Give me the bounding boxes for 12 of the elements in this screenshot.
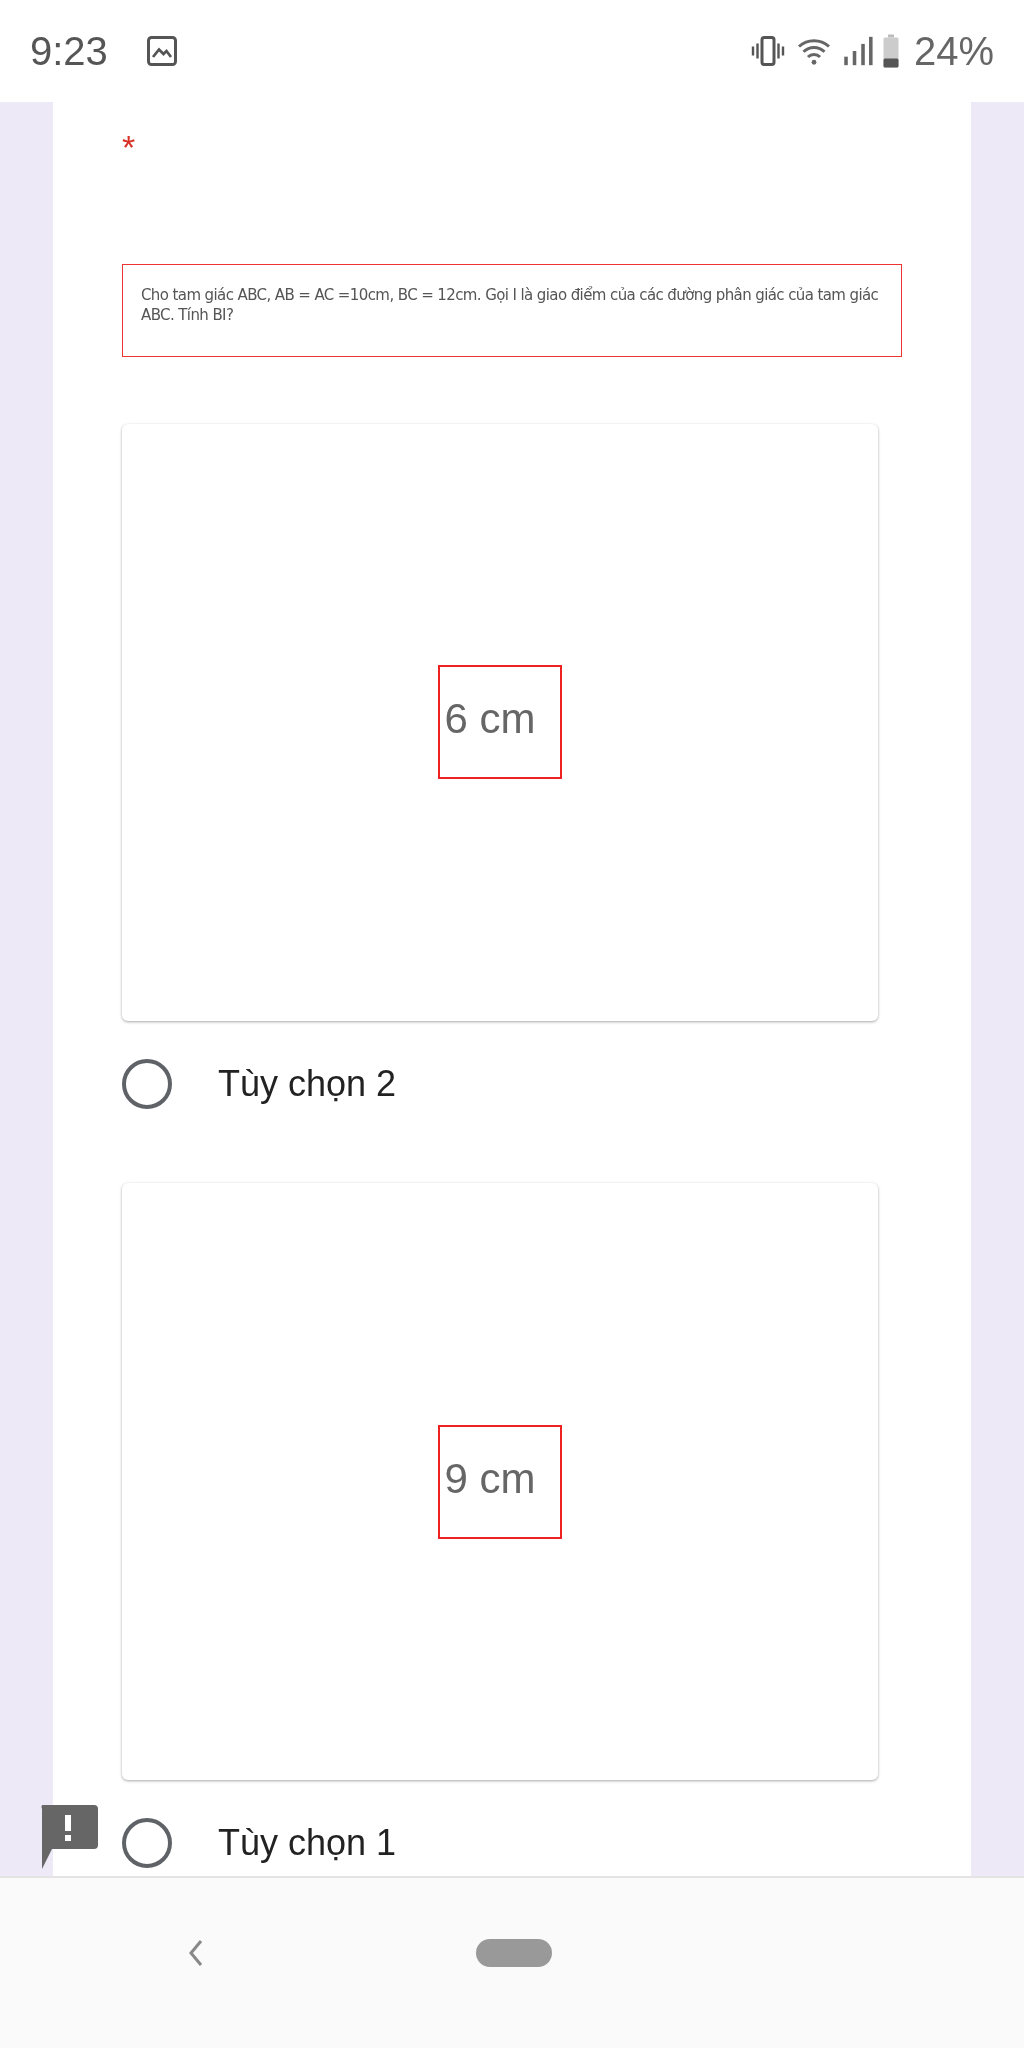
option-image-text: 9 cm (438, 1424, 562, 1539)
question-text: Cho tam giác ABC, AB = AC =10cm, BC = 12cm. Gọi I là giao điểm của các đường phân giác của tam giác ABC. Tính BI? (122, 264, 902, 357)
option-image-text: 6 cm (438, 665, 562, 780)
home-button[interactable] (476, 1939, 552, 1967)
radio-button[interactable] (122, 1058, 172, 1109)
option-label[interactable]: Tùy chọn 1 (218, 1822, 397, 1865)
battery-icon (881, 33, 900, 69)
clock-time: 9:23 (30, 28, 108, 74)
required-mark: * (122, 130, 136, 164)
battery-percentage: 24% (913, 28, 994, 74)
option-label[interactable]: Tùy chọn 2 (218, 1062, 397, 1105)
radio-button[interactable] (122, 1818, 172, 1869)
